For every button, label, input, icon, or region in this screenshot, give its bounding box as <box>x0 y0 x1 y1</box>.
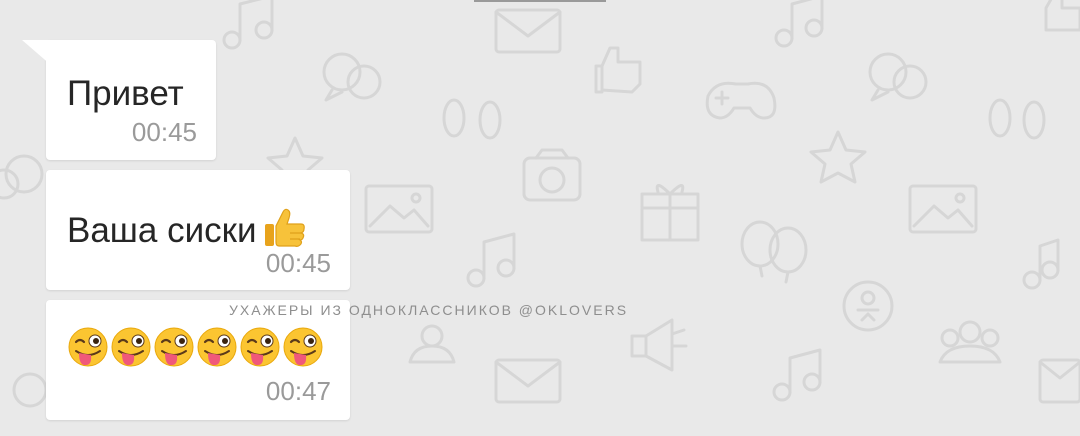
star-icon <box>809 130 867 184</box>
speech-bubbles-icon <box>868 52 928 102</box>
ok-logo-icon <box>842 280 894 332</box>
winking-face-with-tongue-emoji <box>111 327 151 367</box>
envelope-icon <box>494 8 562 54</box>
like-icon <box>1044 0 1080 32</box>
envelope-icon <box>494 358 562 404</box>
emoji-row <box>67 326 324 368</box>
people-icon <box>938 320 1002 364</box>
music-note-icon <box>466 232 516 288</box>
message-time: 00:47 <box>265 376 331 406</box>
thumbs-up-emoji <box>264 208 305 247</box>
footprints-icon <box>988 98 1046 140</box>
picture-icon <box>364 184 434 234</box>
winking-face-with-tongue-emoji <box>154 327 194 367</box>
music-note-icon <box>1022 238 1060 290</box>
message-text: Ваша сиски <box>67 206 307 250</box>
megaphone-icon <box>630 318 688 372</box>
winking-face-with-tongue-emoji <box>68 327 108 367</box>
footprints-icon <box>442 98 502 140</box>
gamepad-icon <box>705 81 777 120</box>
message-text: Привет <box>67 74 184 113</box>
balloons-icon <box>740 220 808 284</box>
winking-face-with-tongue-emoji <box>197 327 237 367</box>
message-time: 00:45 <box>131 117 197 147</box>
watermark-text: УХАЖЕРЫ ИЗ ОДНОКЛАССНИКОВ @OKLOVERS <box>229 302 629 318</box>
gift-icon <box>640 184 700 242</box>
speech-bubbles-icon <box>322 52 382 102</box>
message-bubble-1[interactable]: Привет 00:45 <box>22 40 216 160</box>
music-note-icon <box>774 0 824 48</box>
picture-icon <box>908 184 978 234</box>
drag-handle[interactable] <box>474 0 606 2</box>
bubble-tail <box>22 40 52 66</box>
speech-bubbles-icon <box>12 372 48 408</box>
people-icon <box>408 324 456 364</box>
winking-face-with-tongue-emoji <box>283 327 323 367</box>
winking-face-with-tongue-emoji <box>240 327 280 367</box>
speech-bubbles-icon <box>0 154 44 200</box>
music-note-icon <box>222 0 274 50</box>
camera-icon <box>522 148 582 202</box>
music-note-icon <box>772 348 822 402</box>
message-bubble-2[interactable]: Ваша сиски 00:45 <box>46 170 350 290</box>
envelope-icon <box>1038 358 1080 404</box>
message-time: 00:45 <box>265 248 331 278</box>
message-bubble-3[interactable]: 00:47 <box>46 300 350 420</box>
like-icon <box>594 46 642 94</box>
